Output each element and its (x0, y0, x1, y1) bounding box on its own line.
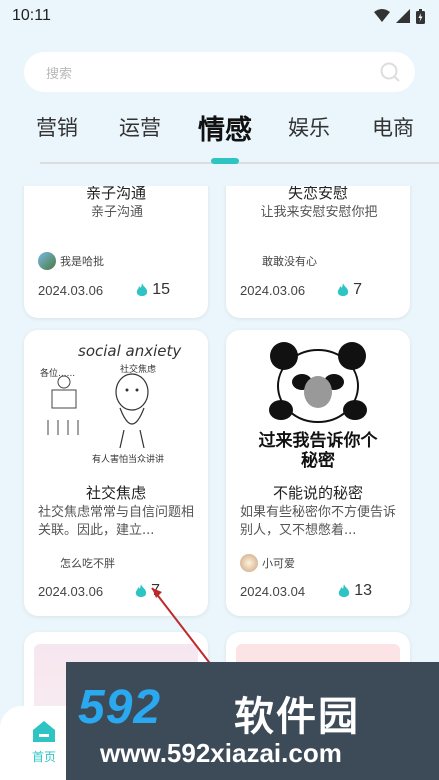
card-heat: 13 (338, 582, 372, 600)
card-parent-communication[interactable]: 亲子沟通 亲子沟通 我是哈批 2024.03.06 15 (24, 186, 208, 318)
heat-count: 13 (354, 582, 372, 599)
card-desc: 亲子沟通 (90, 205, 143, 220)
tab-operations[interactable]: 运营 (119, 112, 161, 142)
card-secret[interactable]: 过来我告诉你个 秘密 不能说的秘密 如果有些秘密你不方便告诉别人，又不想憋着..… (226, 330, 410, 616)
card-desc: 如果有些秘密你不方便告诉别人，又不想憋着... (240, 505, 397, 538)
search-icon[interactable] (379, 61, 401, 83)
tab-active-indicator (211, 158, 239, 164)
card-date: 2024.03.06 (240, 283, 306, 298)
signal-icon (396, 9, 410, 23)
card-title: 亲子沟通 (85, 186, 146, 202)
status-icons (374, 8, 425, 24)
author-name: 敢敢没有心 (262, 255, 317, 268)
home-icon[interactable] (31, 718, 57, 744)
panda-meme-illustration (269, 342, 367, 423)
battery-icon (416, 8, 425, 24)
tab-ecommerce[interactable]: 电商 (372, 112, 414, 142)
card-heat: 15 (136, 281, 170, 299)
heat-count: 15 (152, 281, 170, 298)
flame-icon (135, 583, 147, 597)
tab-divider (40, 162, 439, 164)
author-name: 我是哈批 (60, 255, 104, 268)
watermark-logo: 592 (78, 681, 162, 734)
avatar (38, 252, 56, 270)
avatar (38, 554, 56, 572)
avatar (240, 252, 258, 270)
tab-emotion[interactable]: 情感 (198, 108, 252, 147)
heat-count: 7 (353, 281, 362, 298)
status-time: 10:11 (12, 7, 51, 24)
card-desc: 让我来安慰安慰你把 (260, 205, 378, 220)
flame-icon (337, 282, 349, 296)
card-author: 敢敢没有心 (240, 252, 317, 270)
card-date: 2024.03.06 (38, 283, 104, 298)
tab-marketing[interactable]: 营销 (36, 112, 78, 142)
card-heat: 7 (337, 281, 362, 299)
card-desc: 社交焦虑常常与自信问题相关联。因此，建立... (38, 505, 195, 538)
search-bar[interactable]: 搜索 (24, 52, 415, 92)
status-bar: 10:11 (0, 0, 439, 32)
home-label[interactable]: 首页 (32, 748, 56, 765)
card-title: 不能说的秘密 (272, 484, 363, 502)
anxious-figure-illustration (47, 373, 149, 449)
watermark: 592 软件园 www.592xiazai.com (66, 662, 439, 780)
author-name: 怎么吃不胖 (60, 557, 115, 570)
flame-icon (136, 282, 148, 296)
card-social-anxiety[interactable]: social anxiety 社交焦虑 各位...... 有人害怕当众讲讲 社交… (24, 330, 208, 616)
image-caption-line2: 秘密 (301, 451, 335, 471)
tab-entertainment[interactable]: 娱乐 (288, 112, 330, 142)
heat-count: 7 (151, 582, 160, 599)
flame-icon (338, 583, 350, 597)
wifi-icon (374, 9, 390, 22)
card-image: social anxiety 社交焦虑 各位...... 有人害怕当众讲讲 (24, 330, 208, 470)
card-author: 我是哈批 (38, 252, 104, 270)
card-title: 失恋安慰 (287, 186, 348, 202)
watermark-name: 软件园 (234, 694, 360, 740)
card-breakup-comfort[interactable]: 失恋安慰 让我来安慰安慰你把 敢敢没有心 2024.03.06 7 (226, 186, 410, 318)
card-date: 2024.03.04 (240, 584, 306, 599)
avatar (240, 554, 258, 572)
category-tabs: 营销 运营 情感 娱乐 电商 (0, 112, 439, 164)
card-author: 怎么吃不胖 (38, 554, 115, 572)
image-bottom-text: 有人害怕当众讲讲 (92, 455, 165, 465)
card-title: 社交焦虑 (85, 484, 146, 502)
card-heat: 7 (135, 582, 160, 600)
watermark-url: www.592xiazai.com (100, 738, 342, 768)
card-author: 小可爱 (240, 554, 295, 572)
card-image: 过来我告诉你个 秘密 (226, 330, 410, 471)
card-date: 2024.03.06 (38, 584, 104, 599)
author-name: 小可爱 (262, 557, 295, 570)
search-input[interactable]: 搜索 (46, 63, 72, 82)
